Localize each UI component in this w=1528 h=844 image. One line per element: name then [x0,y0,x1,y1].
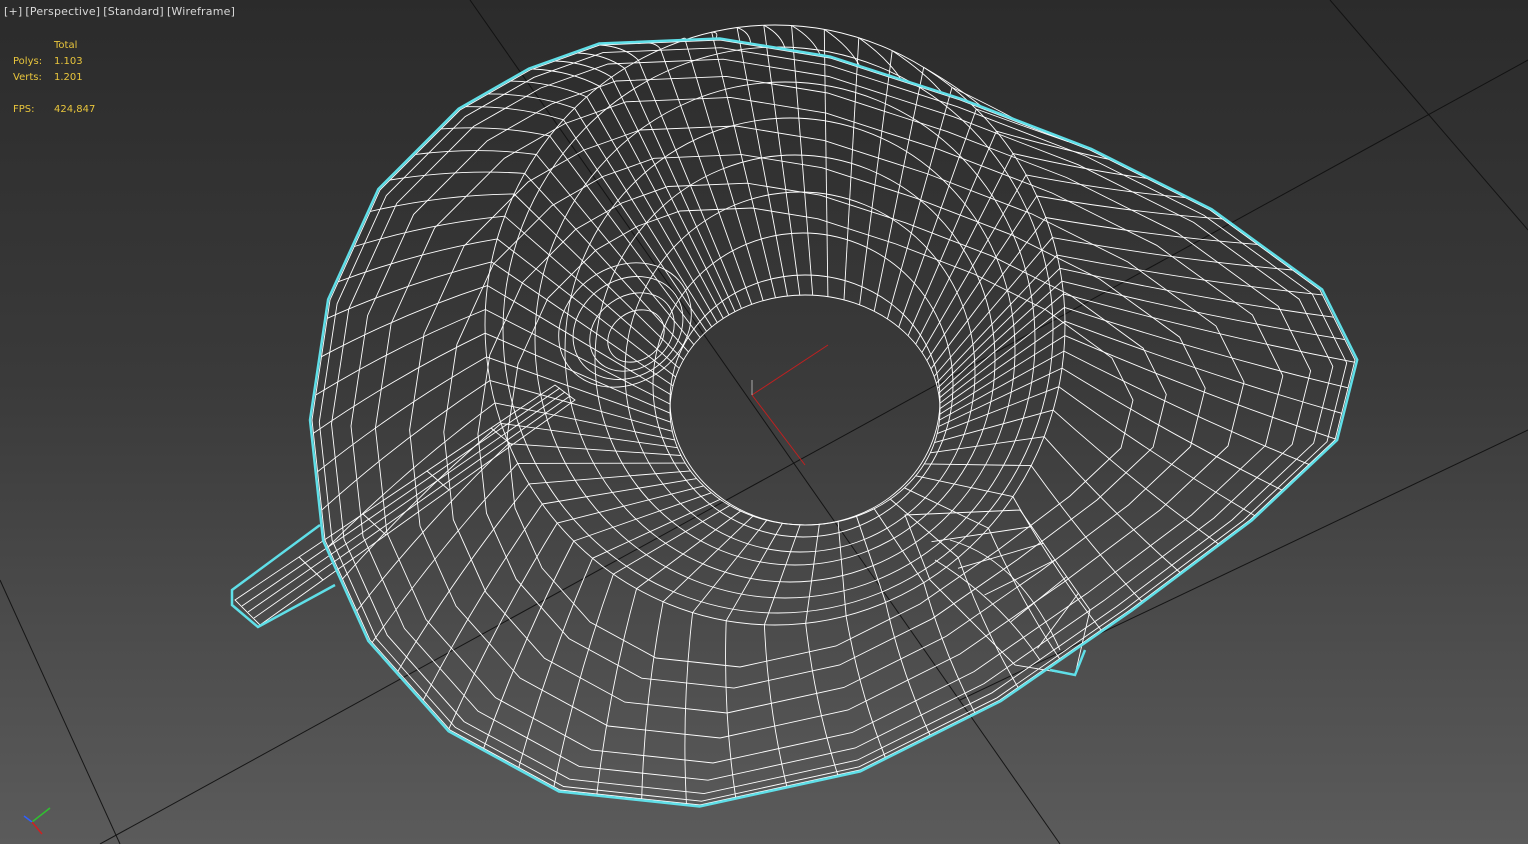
viewport-scene[interactable] [0,0,1528,844]
viewport-view-menu[interactable]: [Perspective] [25,5,100,18]
ground-grid [0,0,1528,844]
fps-value: 424,847 [54,104,96,115]
pivot-axis-tripod [751,344,829,466]
polys-value: 1.103 [54,56,83,67]
stats-header: Total [54,40,78,51]
perspective-viewport[interactable]: [+] [Perspective] [Standard] [Wireframe] To… [0,0,1528,844]
viewport-label-menu: [+] [Perspective] [Standard] [Wireframe] [4,5,238,18]
verts-value: 1.201 [54,72,83,83]
polys-label: Polys: [13,56,43,67]
viewport-display-menu[interactable]: [Wireframe] [167,5,235,18]
fps-label: FPS: [13,104,35,115]
wireframe-mesh[interactable] [230,24,1359,808]
viewport-plus-menu[interactable]: [+] [4,5,22,18]
world-axis-gizmo-icon [23,807,51,835]
verts-label: Verts: [13,72,42,83]
viewport-shading-menu[interactable]: [Standard] [103,5,164,18]
